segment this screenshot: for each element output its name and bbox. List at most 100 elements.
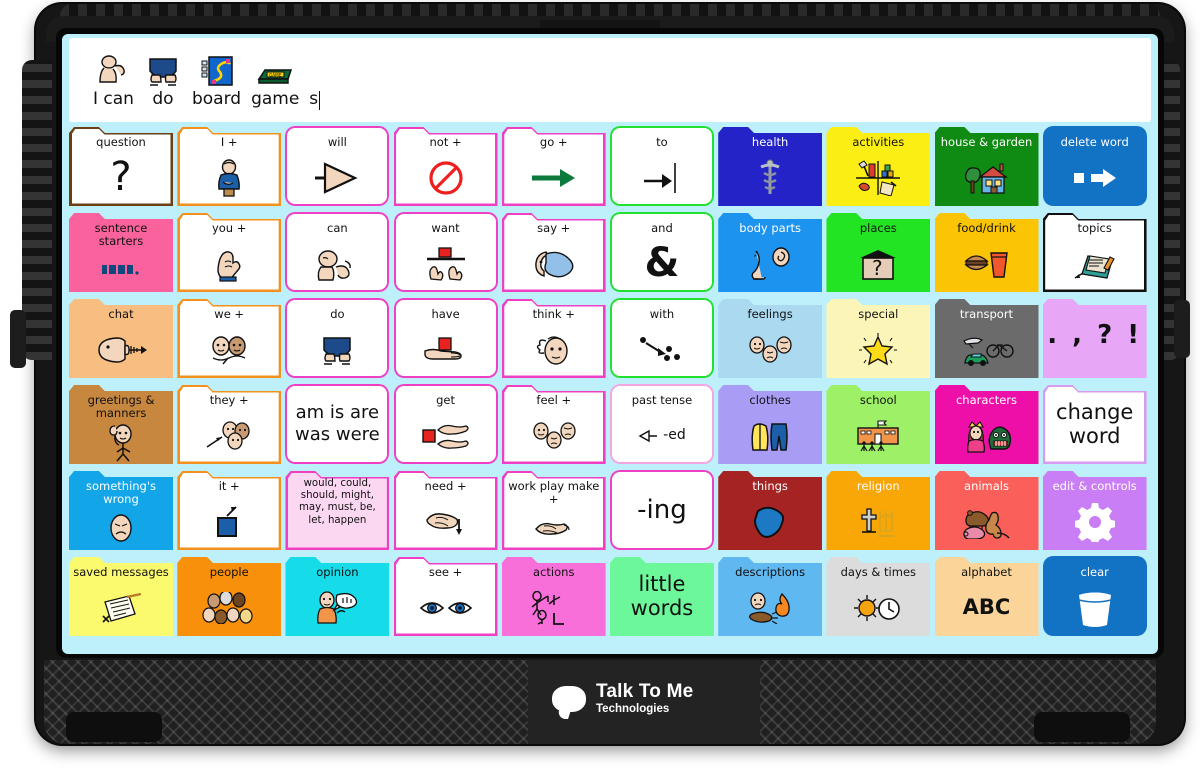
board-button-places[interactable]: places? [826,212,931,292]
board-button-feelings[interactable]: feelings [718,298,823,378]
board-button-i[interactable]: I + [177,126,282,206]
board-button-religion[interactable]: religion [826,470,931,550]
board-button-have[interactable]: have [393,298,498,378]
button-label: food/drink [957,221,1016,235]
board-button-not[interactable]: not + [393,126,498,206]
board-game-icon [201,47,233,87]
board-button-body-parts[interactable]: body parts [718,212,823,292]
button-label: something's wrong [85,479,157,506]
board-button-greetings-manners[interactable]: greetings & manners [69,384,173,464]
board-button-characters[interactable]: characters [934,384,1039,464]
board-button-food-drink[interactable]: food/drink [934,212,1039,292]
note-pencil-icon [69,579,173,636]
talking-head-icon [69,321,173,378]
board-button-past-tense[interactable]: past tense -ed [609,384,714,464]
hands-work-icon [502,506,606,550]
message-window[interactable]: I can do board GAME game s [69,38,1151,122]
board-button-activities[interactable]: activities [826,126,931,206]
board-button-transport[interactable]: transport [934,298,1039,378]
board-button-question[interactable]: question? [69,126,173,206]
board-button-change-word[interactable]: change word [1042,384,1147,464]
board-button-people[interactable]: people [177,556,282,636]
board-button-edit-controls[interactable]: edit & controls [1042,470,1147,550]
button-label: we + [214,307,245,321]
button-text-glyph: change word [1056,400,1134,448]
board-button-delete-word[interactable]: delete word [1042,126,1147,206]
board-button-it[interactable]: it + [177,470,282,550]
board-button-work-play-make[interactable]: work play make + [501,470,606,550]
group-faces-arrow-icon [177,407,281,464]
board-button-health[interactable]: health [718,126,823,206]
board-button-say[interactable]: say + [501,212,606,292]
button-label: feel + [536,393,572,407]
button-text-glyph: -ing [637,494,687,525]
board-button-something-s-wrong[interactable]: something's wrong [69,470,173,550]
board-button-special[interactable]: special [826,298,931,378]
board-button-ing[interactable]: -ing [609,470,714,550]
button-label: religion [856,479,900,493]
board-button-opinion[interactable]: opinion [285,556,390,636]
board-button-to[interactable]: to [609,126,714,206]
board-button-would-could-should-might-may[interactable]: would, could, should, might, may, must, … [285,470,390,550]
message-item[interactable]: I can [89,47,138,109]
button-label: opinion [316,565,359,579]
board-button-animals[interactable]: animals [934,470,1039,550]
speech-head-icon [502,235,606,292]
board-button-little-words[interactable]: little words [609,556,714,636]
legs-walking-icon [144,47,182,87]
board-button-get[interactable]: get [393,384,498,464]
message-item[interactable]: do [140,47,186,109]
board-button-go[interactable]: go + [501,126,606,206]
button-label: work play make + [508,479,600,506]
board-button-days-times[interactable]: days & times [826,556,931,636]
button-text-glyph: am is are was were [295,402,380,445]
board-button-school[interactable]: school [826,384,931,464]
board-button-with[interactable]: with [609,298,714,378]
message-item[interactable]: board [188,47,245,109]
board-button-need[interactable]: need + [393,470,498,550]
board-button-topics[interactable]: topics [1042,212,1147,292]
board-button-they[interactable]: they + [177,384,282,464]
board-button-things[interactable]: things [718,470,823,550]
person-pointing-self-icon [177,149,281,206]
board-button-will[interactable]: will [285,126,390,206]
button-label: things [752,479,788,493]
board-button-and[interactable]: and & [609,212,714,292]
board-button-want[interactable]: want [393,212,498,292]
no-entry-icon [394,149,498,206]
board-button-can[interactable]: can [285,212,390,292]
board-button-button[interactable]: . , ? ! [1042,298,1147,378]
board-button-actions[interactable]: actions [501,556,606,636]
button-label: greetings & manners [87,393,155,420]
board-button-am-is-are-was-were[interactable]: am is are was were [285,384,390,464]
princess-monster-icon [935,407,1039,464]
board-button-you[interactable]: you + [177,212,282,292]
board-button-see[interactable]: see + [393,556,498,636]
board-button-chat[interactable]: chat [69,298,173,378]
device-foot-right [1034,712,1130,742]
button-label: sentence starters [94,221,148,248]
svg-text:?: ? [872,256,883,280]
button-label: feelings [747,307,793,321]
game-box-icon: GAME [256,47,294,87]
button-label: body parts [739,221,801,235]
hot-cold-icon [718,579,822,636]
board-button-descriptions[interactable]: descriptions [718,556,823,636]
board-button-clear[interactable]: clear [1042,556,1147,636]
board-button-house-garden[interactable]: house & garden [934,126,1039,206]
board-button-feel[interactable]: feel + [501,384,606,464]
text-caret [319,91,321,110]
button-label: do [330,307,345,321]
blue-blob-icon [718,493,822,550]
board-button-alphabet[interactable]: alphabet ABC [934,556,1039,636]
board-button-do[interactable]: do [285,298,390,378]
board-button-saved-messages[interactable]: saved messages [69,556,173,636]
message-item[interactable]: s [305,46,324,110]
board-button-clothes[interactable]: clothes [718,384,823,464]
button-text-glyph: little words [630,572,694,620]
board-button-we[interactable]: we + [177,298,282,378]
board-button-sentence-starters[interactable]: sentence starters [69,212,173,292]
school-building-icon [826,407,930,464]
message-item[interactable]: GAME game [247,47,303,109]
board-button-think[interactable]: think + [501,298,606,378]
